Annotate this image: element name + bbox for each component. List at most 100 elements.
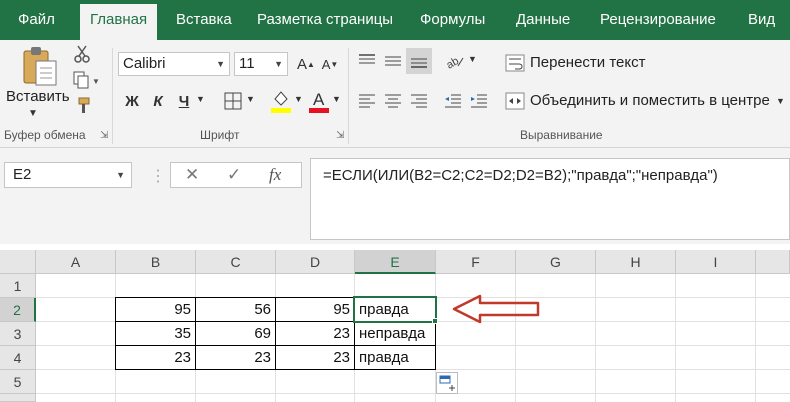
merge-center-icon[interactable] — [504, 90, 526, 112]
column-header[interactable] — [756, 250, 790, 274]
svg-text:ab: ab — [445, 55, 461, 70]
font-color-icon[interactable]: A — [308, 88, 330, 114]
formula-bar: E2 ▼ ⋮ ✕ ✓ fx =ЕСЛИ(ИЛИ(B2=C2;C2=D2;D2=B… — [0, 148, 790, 244]
cell-d3[interactable]: 23 — [276, 322, 354, 346]
column-header[interactable]: I — [676, 250, 756, 274]
tab-home[interactable]: Главная — [80, 4, 158, 40]
cell-c2[interactable]: 56 — [196, 298, 275, 322]
fill-color-icon[interactable] — [270, 88, 292, 114]
decrease-font-size-icon[interactable]: A ▼ — [320, 54, 340, 74]
row-header[interactable]: 5 — [0, 370, 36, 394]
column-header[interactable]: G — [516, 250, 596, 274]
ribbon: Вставить ▼ ▼ Буфер обмена ⇲ Calibri ▼ 11… — [0, 40, 790, 148]
alignment-group-label: Выравнивание — [520, 128, 603, 142]
column-header[interactable]: H — [596, 250, 676, 274]
merge-center-button[interactable]: Объединить и поместить в центре — [530, 92, 770, 109]
italic-button[interactable]: К — [148, 90, 168, 112]
increase-font-size-icon[interactable]: A ▲ — [296, 54, 316, 74]
svg-text:A: A — [313, 90, 325, 109]
underline-button[interactable]: Ч — [174, 90, 194, 112]
tab-view[interactable]: Вид — [748, 0, 775, 40]
formula-input[interactable]: =ЕСЛИ(ИЛИ(B2=C2;C2=D2;D2=B2);"правда";"н… — [310, 158, 790, 240]
insert-function-icon[interactable]: fx — [269, 165, 281, 185]
copy-icon[interactable]: ▼ — [72, 70, 102, 90]
wrap-text-icon[interactable] — [504, 52, 526, 74]
ribbon-tab-bar: Файл Главная Вставка Разметка страницы Ф… — [0, 0, 790, 40]
fill-chevron-down-icon[interactable]: ▼ — [294, 94, 303, 104]
name-box[interactable]: E2 ▼ — [4, 162, 132, 188]
gridline — [595, 274, 596, 402]
row-header[interactable] — [0, 394, 36, 402]
cancel-icon[interactable]: ✕ — [185, 165, 199, 185]
format-painter-icon[interactable] — [72, 96, 92, 116]
annotation-arrow-icon — [452, 294, 540, 324]
orientation-icon[interactable]: ab — [444, 50, 466, 72]
chevron-down-icon: ▼ — [216, 59, 225, 69]
gridline — [755, 274, 756, 402]
quick-analysis-button[interactable] — [436, 372, 458, 394]
font-launcher-icon[interactable]: ⇲ — [336, 130, 344, 141]
column-header[interactable]: F — [436, 250, 516, 274]
decrease-indent-icon[interactable] — [442, 90, 464, 112]
tab-formulas[interactable]: Формулы — [420, 0, 485, 40]
quick-analysis-icon — [439, 375, 455, 391]
cell-d2[interactable]: 95 — [276, 298, 354, 322]
group-separator — [112, 48, 113, 144]
tab-page-layout[interactable]: Разметка страницы — [257, 0, 393, 40]
font-color-chevron-down-icon[interactable]: ▼ — [332, 94, 341, 104]
select-all-button[interactable] — [0, 250, 36, 274]
column-header-selected[interactable]: E — [355, 250, 436, 274]
gridline — [36, 393, 790, 394]
bold-button[interactable]: Ж — [122, 90, 142, 112]
align-top-icon[interactable] — [356, 50, 378, 72]
cut-icon[interactable] — [72, 44, 92, 64]
column-header[interactable]: D — [276, 250, 355, 274]
row-header[interactable]: 1 — [0, 274, 36, 298]
paste-icon[interactable] — [18, 44, 62, 88]
tab-review[interactable]: Рецензирование — [600, 0, 716, 40]
cell-d4[interactable]: 23 — [276, 346, 354, 370]
wrap-text-button[interactable]: Перенести текст — [530, 54, 646, 71]
font-size-value: 11 — [239, 55, 255, 72]
clipboard-launcher-icon[interactable]: ⇲ — [100, 130, 108, 141]
merge-chevron-down-icon[interactable]: ▼ — [776, 96, 785, 106]
underline-chevron-down-icon[interactable]: ▼ — [196, 94, 205, 104]
borders-chevron-down-icon[interactable]: ▼ — [246, 94, 255, 104]
align-middle-icon[interactable] — [382, 50, 404, 72]
align-bottom-icon[interactable] — [406, 48, 432, 74]
font-size-select[interactable]: 11 ▼ — [234, 52, 288, 76]
column-header[interactable]: A — [36, 250, 116, 274]
enter-icon[interactable]: ✓ — [227, 165, 241, 185]
paste-chevron-down-icon[interactable]: ▼ — [28, 108, 38, 119]
align-right-icon[interactable] — [408, 90, 430, 112]
row-header[interactable]: 4 — [0, 346, 36, 370]
svg-text:▼: ▼ — [92, 77, 100, 86]
column-header[interactable]: B — [116, 250, 196, 274]
paste-button[interactable]: Вставить — [6, 88, 70, 105]
tab-insert[interactable]: Вставка — [176, 0, 232, 40]
row-header-selected[interactable]: 2 — [0, 298, 36, 322]
row-header[interactable]: 3 — [0, 322, 36, 346]
align-left-icon[interactable] — [356, 90, 378, 112]
font-group-label: Шрифт — [200, 128, 240, 142]
cell-b3[interactable]: 35 — [116, 322, 195, 346]
cell-c4[interactable]: 23 — [196, 346, 275, 370]
font-name-value: Calibri — [123, 55, 166, 72]
tab-data[interactable]: Данные — [516, 0, 570, 40]
font-name-select[interactable]: Calibri ▼ — [118, 52, 230, 76]
more-options-icon[interactable]: ⋮ — [150, 166, 166, 186]
orientation-chevron-down-icon[interactable]: ▼ — [468, 54, 477, 64]
cell-e3[interactable]: неправда — [355, 322, 435, 346]
formula-buttons: ✕ ✓ fx — [170, 162, 302, 188]
tab-file[interactable]: Файл — [18, 0, 55, 40]
clipboard-group-label: Буфер обмена — [4, 128, 86, 142]
increase-indent-icon[interactable] — [468, 90, 490, 112]
fill-handle[interactable] — [432, 318, 438, 324]
column-header[interactable]: C — [196, 250, 276, 274]
cell-b2[interactable]: 95 — [116, 298, 195, 322]
cell-e4[interactable]: правда — [355, 346, 435, 370]
cell-b4[interactable]: 23 — [116, 346, 195, 370]
cell-c3[interactable]: 69 — [196, 322, 275, 346]
align-center-icon[interactable] — [382, 90, 404, 112]
borders-icon[interactable] — [222, 90, 244, 112]
